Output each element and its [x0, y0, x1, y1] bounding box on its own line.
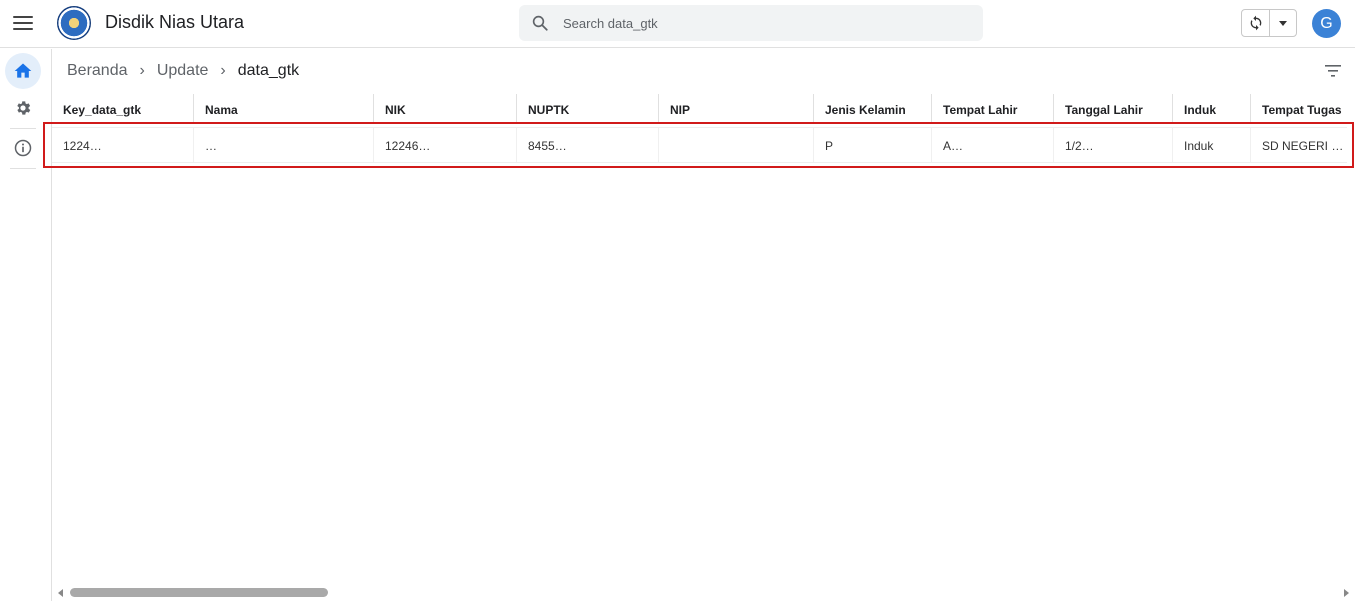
nav-settings[interactable]: [5, 90, 41, 126]
sync-icon: [1250, 15, 1262, 31]
chevron-right-icon: ›: [139, 62, 145, 79]
table-cell: [659, 128, 814, 162]
table-cell: P: [814, 128, 932, 162]
app-title: Disdik Nias Utara: [105, 12, 245, 32]
nav-home[interactable]: [5, 53, 41, 89]
nav-divider: [10, 168, 36, 169]
breadcrumb-item-update[interactable]: Update: [157, 62, 209, 80]
table-cell: 12246…: [374, 128, 517, 162]
sync-dropdown-button[interactable]: [1270, 10, 1296, 36]
chevron-right-icon: ›: [220, 62, 226, 79]
horizontal-scrollbar[interactable]: [52, 585, 1355, 601]
avatar[interactable]: G: [1312, 9, 1341, 38]
left-nav-rail: [0, 49, 52, 601]
search-icon: [532, 15, 548, 31]
gear-icon: [17, 101, 31, 115]
column-header[interactable]: Tempat Lahir: [932, 94, 1054, 122]
scrollbar-thumb[interactable]: [70, 588, 328, 597]
filter-icon[interactable]: [1325, 64, 1341, 78]
scroll-right-icon[interactable]: [1344, 589, 1349, 597]
column-header[interactable]: Tempat Tugas: [1251, 94, 1355, 122]
table-cell: Induk: [1173, 128, 1251, 162]
table-cell: 1224…: [52, 128, 194, 162]
column-header[interactable]: NIK: [374, 94, 517, 122]
table-cell: 1/2…: [1054, 128, 1173, 162]
table-cell: …: [194, 128, 374, 162]
home-icon: [14, 63, 32, 78]
search-bar[interactable]: [519, 5, 983, 41]
column-header[interactable]: NUPTK: [517, 94, 659, 122]
search-input[interactable]: [563, 5, 963, 41]
table-cell: A…: [932, 128, 1054, 162]
column-header[interactable]: Induk: [1173, 94, 1251, 122]
scroll-left-icon[interactable]: [58, 589, 63, 597]
sync-button[interactable]: [1242, 10, 1271, 36]
breadcrumb-item-beranda[interactable]: Beranda: [67, 62, 128, 80]
sync-button-group: [1241, 9, 1297, 37]
chevron-down-icon: [1279, 20, 1288, 26]
app-logo: [57, 6, 91, 40]
table-header: Key_data_gtk Nama NIK NUPTK NIP Jenis Ke…: [52, 94, 1355, 122]
column-header[interactable]: Tanggal Lahir: [1054, 94, 1173, 122]
column-header[interactable]: Jenis Kelamin: [814, 94, 932, 122]
nav-info[interactable]: [5, 130, 41, 166]
column-header[interactable]: NIP: [659, 94, 814, 122]
column-header[interactable]: Key_data_gtk: [52, 94, 194, 122]
table-cell: 8455…: [517, 128, 659, 162]
info-icon: [14, 139, 32, 157]
table-row[interactable]: 1224… … 12246… 8455… P A… 1/2… Induk SD …: [52, 127, 1347, 163]
table-cell: SD NEGERI …: [1262, 139, 1344, 153]
column-header[interactable]: Nama: [194, 94, 374, 122]
top-app-bar: Disdik Nias Utara G: [0, 0, 1355, 48]
breadcrumb-item-current: data_gtk: [237, 62, 300, 79]
breadcrumb: Beranda › Update › data_gtk: [67, 61, 299, 81]
nav-divider: [10, 128, 36, 129]
menu-icon[interactable]: [10, 10, 36, 36]
